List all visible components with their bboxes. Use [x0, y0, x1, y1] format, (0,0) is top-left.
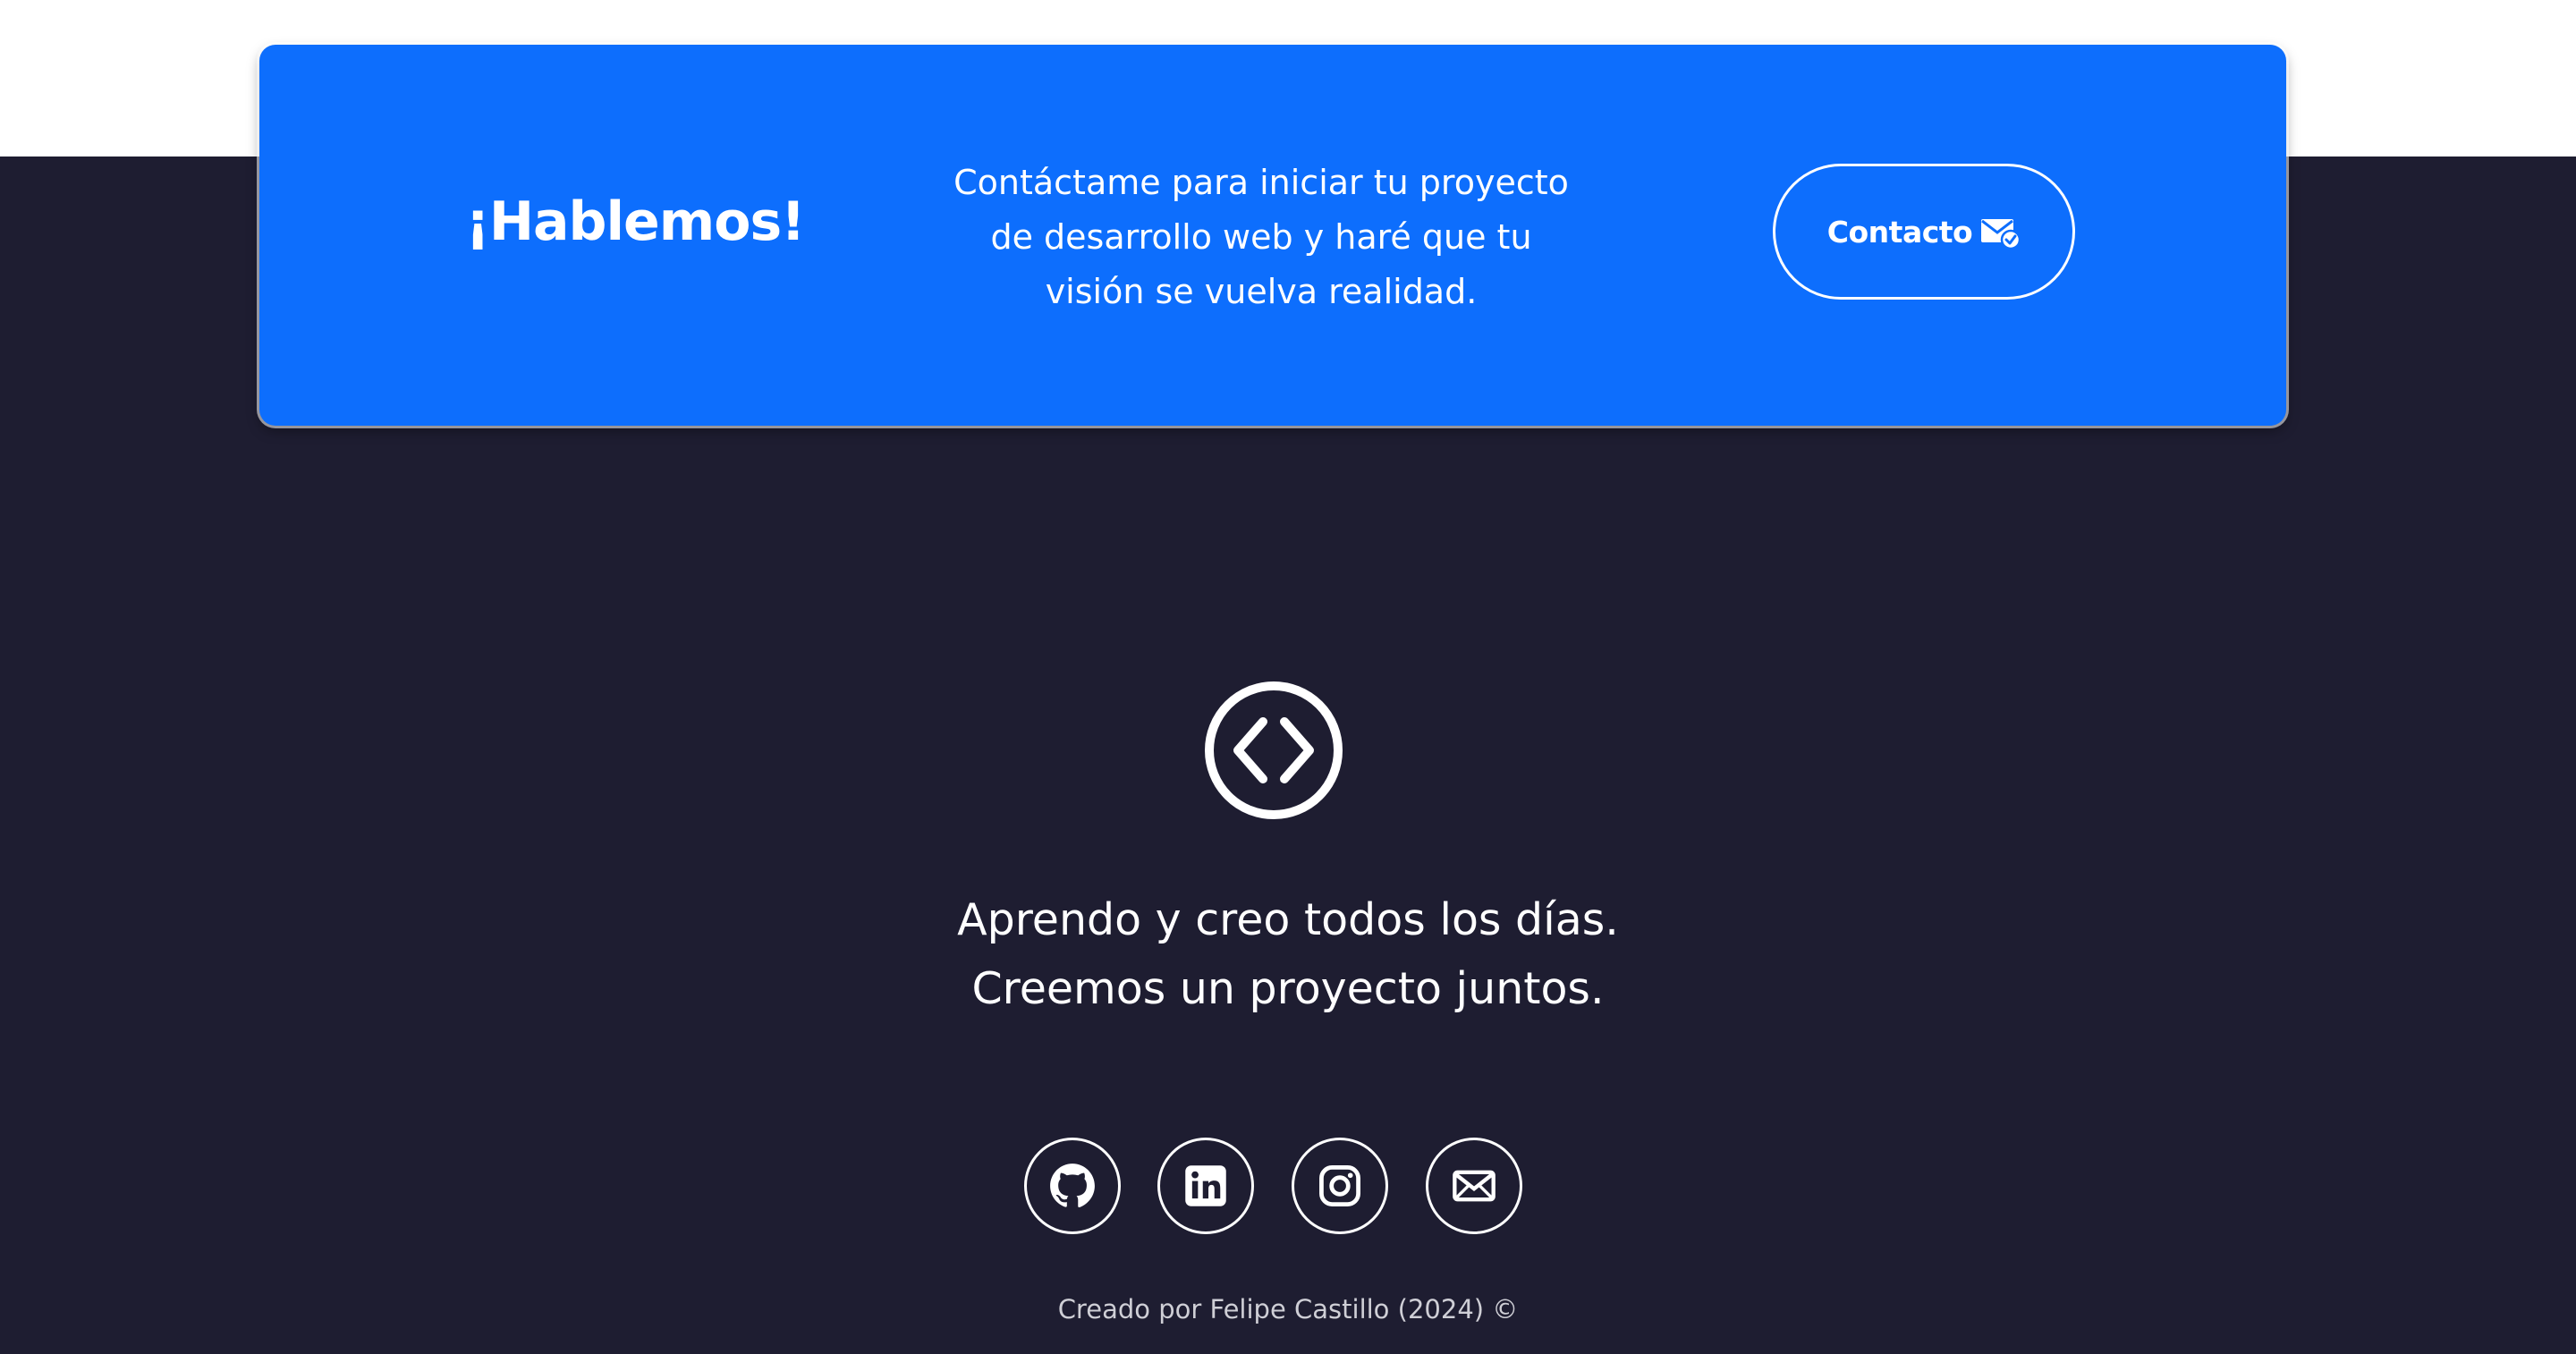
tagline-line-1: Aprendo y creo todos los días.	[957, 894, 1619, 945]
email-icon	[1453, 1170, 1496, 1202]
instagram-icon	[1319, 1165, 1360, 1206]
contact-cta-card: ¡Hablemos! Contáctame para iniciar tu pr…	[259, 45, 2286, 426]
github-icon	[1050, 1164, 1095, 1207]
linkedin-icon	[1185, 1165, 1226, 1206]
github-link[interactable]	[1024, 1138, 1121, 1234]
tagline-line-2: Creemos un proyecto juntos.	[971, 963, 1605, 1014]
mail-check-icon	[1979, 214, 2021, 250]
contact-button[interactable]: Contacto	[1773, 164, 2075, 300]
cta-title: ¡Hablemos!	[465, 190, 805, 253]
code-circle-icon	[1202, 679, 1345, 822]
page: ¡Hablemos! Contáctame para iniciar tu pr…	[0, 0, 2576, 1354]
cta-description: Contáctame para iniciar tu proyecto de d…	[953, 163, 1569, 311]
social-links	[1024, 1138, 1525, 1236]
contact-button-label: Contacto	[1826, 214, 1973, 250]
instagram-link[interactable]	[1292, 1138, 1388, 1234]
linkedin-link[interactable]	[1157, 1138, 1254, 1234]
email-link[interactable]	[1426, 1138, 1522, 1234]
footer-tagline: Aprendo y creo todos los días. Creemos u…	[841, 885, 1735, 1023]
copyright-text: Creado por Felipe Castillo (2024) ©	[1057, 1294, 1519, 1324]
